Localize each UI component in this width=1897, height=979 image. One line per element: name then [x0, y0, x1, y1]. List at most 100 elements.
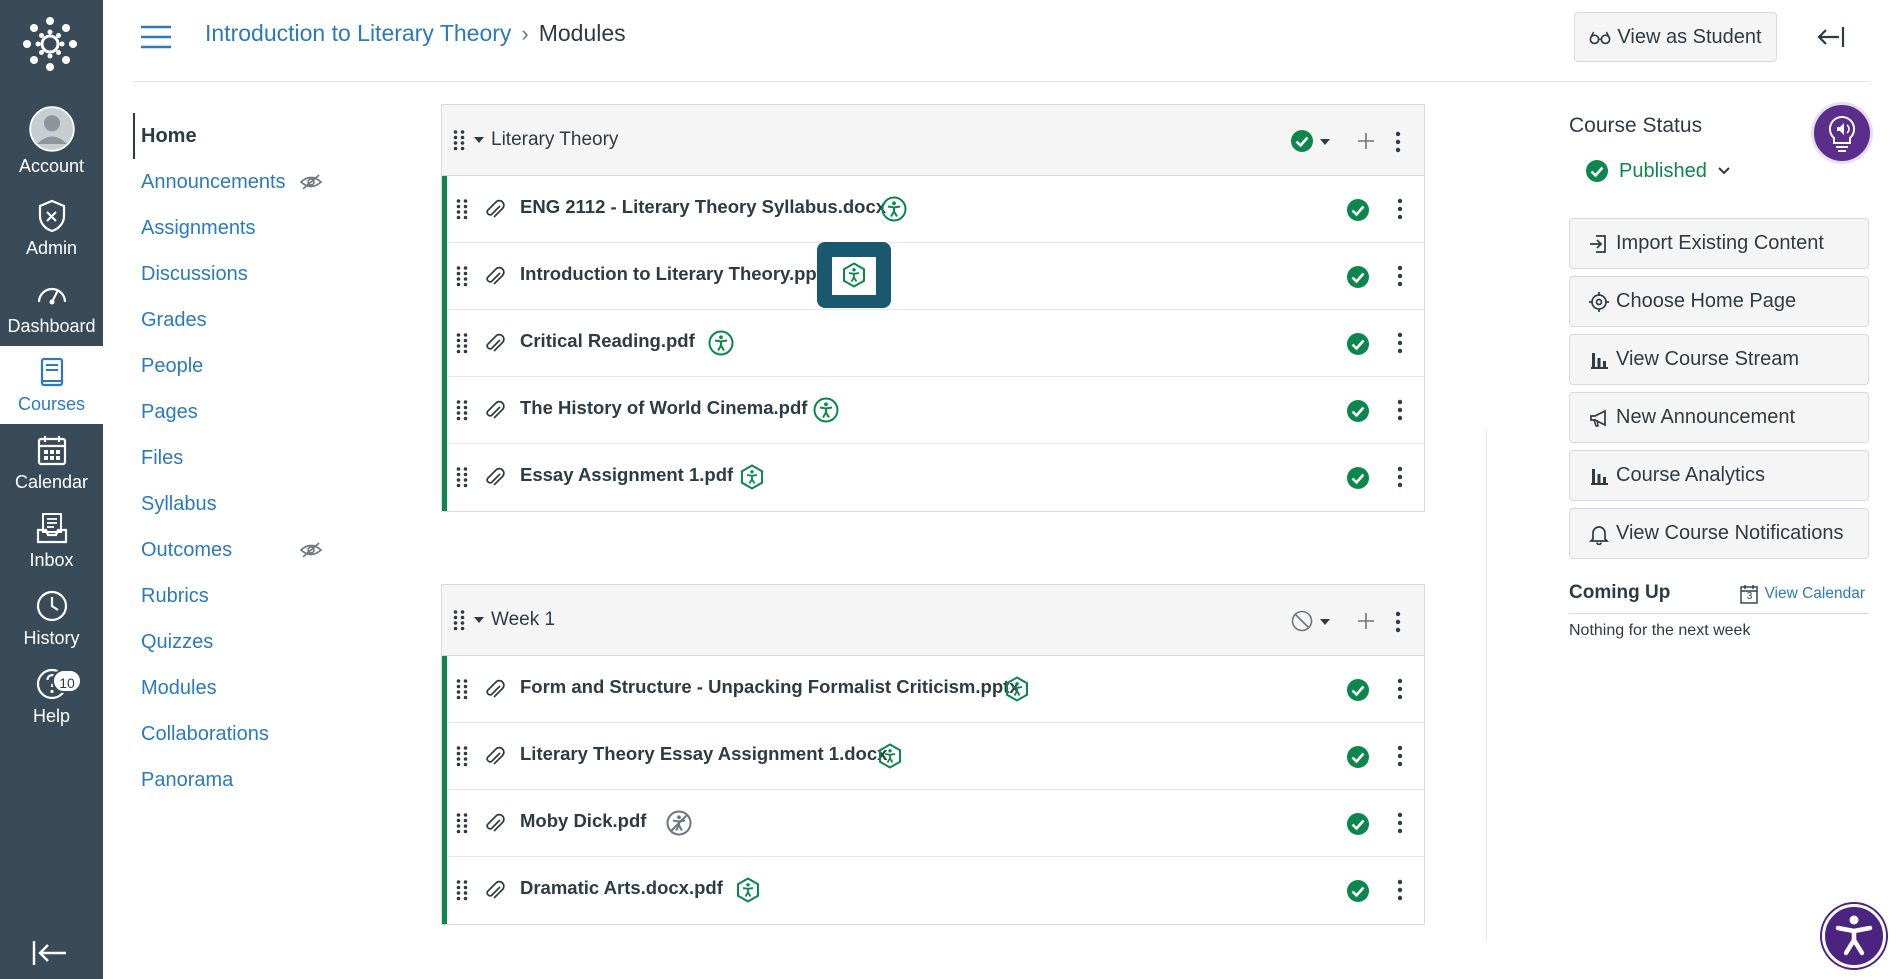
drag-handle-icon[interactable]	[455, 745, 469, 767]
module-item-title[interactable]: Form and Structure - Unpacking Formalist…	[520, 676, 1020, 698]
module-menu-icon[interactable]	[1395, 131, 1401, 153]
module-item-title[interactable]: Critical Reading.pdf	[520, 330, 695, 352]
accessibility-widget-button[interactable]	[1822, 904, 1886, 968]
global-nav-inbox[interactable]: Inbox	[0, 510, 103, 586]
module-item[interactable]: Critical Reading.pdf	[447, 310, 1424, 377]
course-nav-people[interactable]: People	[133, 343, 333, 389]
status-dropdown-caret-icon[interactable]	[1320, 139, 1330, 145]
global-nav-dashboard[interactable]: Dashboard	[0, 276, 103, 352]
module-item[interactable]: ENG 2112 - Literary Theory Syllabus.docx	[447, 176, 1424, 243]
module-item-title[interactable]: ENG 2112 - Literary Theory Syllabus.docx	[520, 196, 886, 218]
item-menu-icon[interactable]	[1397, 332, 1403, 354]
module-item-title[interactable]: Moby Dick.pdf	[520, 810, 646, 832]
module-item-title[interactable]: The History of World Cinema.pdf	[520, 397, 807, 419]
canvas-logo-icon[interactable]	[22, 16, 78, 72]
course-nav-announcements[interactable]: Announcements	[133, 159, 333, 205]
unpublished-icon[interactable]	[1290, 609, 1314, 633]
module-item-title[interactable]: Essay Assignment 1.pdf	[520, 464, 733, 486]
status-dropdown-caret-icon[interactable]	[1320, 619, 1330, 625]
add-item-icon[interactable]	[1355, 610, 1377, 632]
view-course-notifications-button[interactable]: View Course Notifications	[1569, 508, 1869, 559]
module-item[interactable]: Moby Dick.pdf	[447, 790, 1424, 857]
course-analytics-button[interactable]: Course Analytics	[1569, 450, 1869, 501]
drag-handle-icon[interactable]	[455, 198, 469, 220]
published-check-icon[interactable]	[1346, 265, 1370, 289]
course-nav-assignments[interactable]: Assignments	[133, 205, 333, 251]
module-item[interactable]: Form and Structure - Unpacking Formalist…	[447, 656, 1424, 723]
item-menu-icon[interactable]	[1397, 265, 1403, 287]
module-item-title[interactable]: Introduction to Literary Theory.pptx	[520, 263, 833, 285]
accessibility-alternative-icon[interactable]	[735, 877, 761, 903]
global-nav-calendar[interactable]: Calendar	[0, 432, 103, 508]
accessibility-inaccessible-icon[interactable]	[666, 810, 692, 836]
collapse-caret-icon[interactable]	[474, 137, 484, 143]
view-course-stream-button[interactable]: View Course Stream	[1569, 334, 1869, 385]
course-nav-modules[interactable]: Modules	[133, 665, 333, 711]
course-nav-syllabus[interactable]: Syllabus	[133, 481, 333, 527]
new-announcement-button[interactable]: New Announcement	[1569, 392, 1869, 443]
accessibility-accessible-icon[interactable]	[813, 397, 839, 423]
global-nav-history[interactable]: History	[0, 588, 103, 664]
focused-accessibility-button[interactable]	[817, 242, 891, 308]
published-check-icon[interactable]	[1346, 678, 1370, 702]
choose-home-page-button[interactable]: Choose Home Page	[1569, 276, 1869, 327]
course-nav-rubrics[interactable]: Rubrics	[133, 573, 333, 619]
course-nav-panorama[interactable]: Panorama	[133, 757, 333, 803]
accessibility-accessible-icon[interactable]	[881, 196, 907, 222]
module-item[interactable]: Introduction to Literary Theory.pptx	[447, 242, 1424, 310]
accessibility-alternative-icon[interactable]	[1004, 676, 1030, 702]
published-check-icon[interactable]	[1346, 879, 1370, 903]
module-header[interactable]: Week 1	[442, 585, 1424, 656]
global-nav-help[interactable]: 10 Help	[0, 666, 103, 742]
accessibility-accessible-icon[interactable]	[708, 330, 734, 356]
course-nav-files[interactable]: Files	[133, 435, 333, 481]
course-nav-discussions[interactable]: Discussions	[133, 251, 333, 297]
collapse-sidebar-icon[interactable]	[1816, 24, 1846, 50]
module-item[interactable]: Essay Assignment 1.pdf	[447, 444, 1424, 511]
add-item-icon[interactable]	[1355, 130, 1377, 152]
global-nav-courses[interactable]: Courses	[0, 346, 103, 424]
hamburger-menu-icon[interactable]	[140, 24, 172, 50]
module-item-title[interactable]: Literary Theory Essay Assignment 1.docx	[520, 743, 887, 765]
global-nav-admin[interactable]: Admin	[0, 198, 103, 274]
view-as-student-button[interactable]: View as Student	[1574, 12, 1777, 62]
accessibility-alternative-icon[interactable]	[739, 464, 765, 490]
item-menu-icon[interactable]	[1397, 879, 1403, 901]
item-menu-icon[interactable]	[1397, 198, 1403, 220]
course-nav-outcomes[interactable]: Outcomes	[133, 527, 333, 573]
voice-assistant-button[interactable]	[1811, 102, 1873, 164]
course-nav-quizzes[interactable]: Quizzes	[133, 619, 333, 665]
course-nav-home[interactable]: Home	[133, 113, 333, 159]
item-menu-icon[interactable]	[1397, 466, 1403, 488]
breadcrumb-course-link[interactable]: Introduction to Literary Theory	[205, 20, 511, 47]
module-item[interactable]: Literary Theory Essay Assignment 1.docx	[447, 723, 1424, 790]
item-menu-icon[interactable]	[1397, 812, 1403, 834]
published-check-icon[interactable]	[1346, 466, 1370, 490]
published-check-icon[interactable]	[1290, 129, 1314, 153]
drag-handle-icon[interactable]	[452, 609, 466, 631]
drag-handle-icon[interactable]	[452, 129, 466, 151]
course-nav-collaborations[interactable]: Collaborations	[133, 711, 333, 757]
drag-handle-icon[interactable]	[455, 332, 469, 354]
collapse-caret-icon[interactable]	[474, 617, 484, 623]
module-menu-icon[interactable]	[1395, 611, 1401, 633]
module-item[interactable]: The History of World Cinema.pdf	[447, 377, 1424, 444]
item-menu-icon[interactable]	[1397, 399, 1403, 421]
published-check-icon[interactable]	[1346, 198, 1370, 222]
drag-handle-icon[interactable]	[455, 678, 469, 700]
drag-handle-icon[interactable]	[455, 466, 469, 488]
import-content-button[interactable]: Import Existing Content	[1569, 218, 1869, 269]
published-check-icon[interactable]	[1346, 812, 1370, 836]
module-item[interactable]: Dramatic Arts.docx.pdf	[447, 857, 1424, 924]
published-check-icon[interactable]	[1346, 399, 1370, 423]
collapse-nav-icon[interactable]	[30, 938, 70, 968]
accessibility-alternative-icon[interactable]	[841, 262, 867, 288]
published-check-icon[interactable]	[1346, 745, 1370, 769]
course-nav-pages[interactable]: Pages	[133, 389, 333, 435]
published-check-icon[interactable]	[1346, 332, 1370, 356]
drag-handle-icon[interactable]	[455, 265, 469, 287]
course-nav-grades[interactable]: Grades	[133, 297, 333, 343]
global-nav-account[interactable]: Account	[0, 106, 103, 182]
module-header[interactable]: Literary Theory	[442, 105, 1424, 176]
item-menu-icon[interactable]	[1397, 745, 1403, 767]
